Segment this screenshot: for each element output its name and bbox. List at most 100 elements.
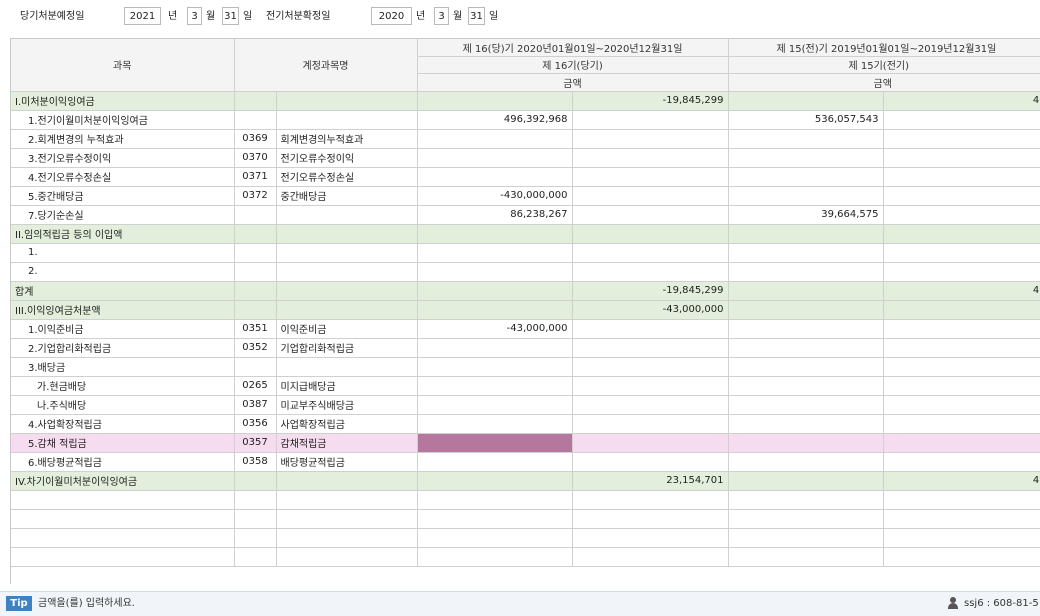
row-current-detail[interactable]: -43,000,000 [417,319,573,339]
row-previous-detail[interactable] [728,376,884,396]
empty-cell[interactable] [883,528,1040,548]
row-previous-detail[interactable] [728,433,884,453]
row-previous-total[interactable] [883,452,1040,472]
row-previous-total[interactable]: 496,392,968 [883,91,1040,111]
table-row[interactable]: IV.차기이월미처분이익잉여금 23,154,701 496,392,968 [11,471,1040,491]
row-current-total[interactable] [572,357,729,377]
row-previous-detail[interactable] [728,452,884,472]
row-previous-total[interactable] [883,338,1040,358]
empty-cell[interactable] [572,547,729,567]
row-current-detail[interactable] [417,148,573,168]
table-row[interactable]: III.이익잉여금처분액 -43,000,000 [11,300,1040,320]
empty-cell[interactable] [883,509,1040,529]
row-current-total[interactable]: -19,845,299 [572,91,729,111]
plan-year-input[interactable]: 2021 [124,7,161,25]
table-row[interactable]: 1. [11,243,1040,263]
row-previous-total[interactable] [883,186,1040,206]
row-current-detail[interactable] [417,471,573,491]
row-previous-detail[interactable] [728,300,884,320]
row-current-total[interactable] [572,452,729,472]
row-previous-detail[interactable] [728,243,884,263]
empty-cell[interactable] [572,509,729,529]
row-current-total[interactable] [572,186,729,206]
row-previous-detail[interactable] [728,395,884,415]
row-current-total[interactable] [572,243,729,263]
row-previous-detail[interactable] [728,357,884,377]
row-previous-total[interactable] [883,224,1040,244]
row-current-detail[interactable] [417,281,573,301]
empty-row[interactable] [11,490,1040,510]
row-current-total[interactable] [572,338,729,358]
row-current-detail[interactable] [417,395,573,415]
row-current-detail[interactable] [417,167,573,187]
row-previous-detail[interactable] [728,319,884,339]
row-previous-detail[interactable]: 536,057,543 [728,110,884,130]
table-row[interactable]: 7.당기순손실 86,238,267 39,664,575 [11,205,1040,225]
row-current-detail[interactable] [417,224,573,244]
row-previous-detail[interactable] [728,281,884,301]
row-current-detail[interactable] [417,91,573,111]
row-current-detail[interactable] [417,376,573,396]
row-current-total[interactable]: 23,154,701 [572,471,729,491]
row-current-detail[interactable]: 86,238,267 [417,205,573,225]
empty-cell[interactable] [417,547,573,567]
row-current-total[interactable] [572,129,729,149]
empty-cell[interactable] [728,528,884,548]
row-previous-detail[interactable] [728,262,884,282]
table-row[interactable]: 1.이익준비금 0351 이익준비금 -43,000,000 [11,319,1040,339]
empty-row[interactable] [11,509,1040,529]
row-current-detail[interactable] [417,452,573,472]
row-previous-detail[interactable] [728,338,884,358]
row-previous-total[interactable] [883,414,1040,434]
plan-day-input[interactable]: 31 [222,7,239,25]
row-previous-total[interactable]: 496,392,968 [883,471,1040,491]
row-current-total[interactable] [572,110,729,130]
row-current-total[interactable] [572,224,729,244]
row-current-total[interactable] [572,148,729,168]
selected-amount-cell[interactable] [417,433,573,453]
row-previous-total[interactable] [883,376,1040,396]
row-current-total[interactable] [572,433,729,453]
confirm-month-input[interactable]: 3 [434,7,449,25]
row-current-total[interactable] [572,167,729,187]
empty-cell[interactable] [883,490,1040,510]
table-row[interactable]: 가.현금배당 0265 미지급배당금 [11,376,1040,396]
empty-cell[interactable] [572,528,729,548]
table-row[interactable]: 합계 -19,845,299 496,392,968 [11,281,1040,301]
row-previous-total[interactable] [883,319,1040,339]
table-row[interactable]: 2.기업합리화적립금 0352 기업합리화적립금 [11,338,1040,358]
empty-row[interactable] [11,547,1040,567]
table-row[interactable]: 3.배당금 [11,357,1040,377]
row-current-detail[interactable]: -430,000,000 [417,186,573,206]
empty-cell[interactable] [417,490,573,510]
row-current-detail[interactable] [417,262,573,282]
table-row[interactable]: 2. [11,262,1040,282]
table-row[interactable]: I.미처분이익잉여금 -19,845,299 496,392,968 [11,91,1040,111]
row-previous-total[interactable]: 496,392,968 [883,281,1040,301]
row-previous-detail[interactable] [728,129,884,149]
row-current-detail[interactable] [417,414,573,434]
row-previous-detail[interactable] [728,186,884,206]
confirm-year-input[interactable]: 2020 [371,7,412,25]
empty-cell[interactable] [728,547,884,567]
row-previous-detail[interactable] [728,414,884,434]
row-previous-total[interactable] [883,262,1040,282]
row-current-total[interactable] [572,395,729,415]
row-previous-total[interactable] [883,243,1040,263]
empty-cell[interactable] [728,509,884,529]
row-current-detail[interactable]: 496,392,968 [417,110,573,130]
table-row[interactable]: 6.배당평균적립금 0358 배당평균적립금 [11,452,1040,472]
row-previous-total[interactable] [883,357,1040,377]
row-previous-total[interactable] [883,110,1040,130]
row-current-total[interactable] [572,319,729,339]
row-previous-detail[interactable] [728,224,884,244]
row-current-total[interactable] [572,376,729,396]
empty-cell[interactable] [572,490,729,510]
empty-cell[interactable] [728,490,884,510]
table-row[interactable]: 4.전기오류수정손실 0371 전기오류수정손실 [11,167,1040,187]
row-previous-detail[interactable]: 39,664,575 [728,205,884,225]
row-current-detail[interactable] [417,338,573,358]
table-row[interactable]: 2.회계변경의 누적효과 0369 회계변경의누적효과 [11,129,1040,149]
plan-month-input[interactable]: 3 [187,7,202,25]
row-current-detail[interactable] [417,129,573,149]
